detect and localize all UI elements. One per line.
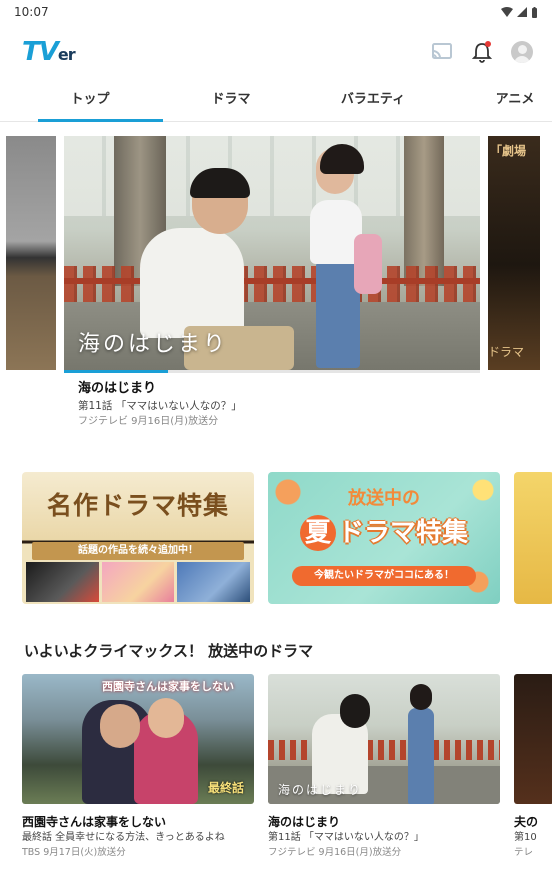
drama-cards: 西園寺さんは家事をしない 最終話 西園寺さんは家事をしない 最終話 全員幸せにな… xyxy=(0,674,552,874)
thumb-caption: 海のはじまり xyxy=(278,783,363,797)
promo-1-thumb xyxy=(26,562,99,602)
card-subtitle: 第11話 「ママはいない人なの？」 xyxy=(268,832,424,843)
thumb-head xyxy=(410,684,432,710)
promo-banners: 名作ドラマ特集 話題の作品を続々追加中！ 放送中の 夏ドラマ特集 今観たいドラマ… xyxy=(0,472,552,606)
promo-next[interactable] xyxy=(514,472,552,604)
tab-top[interactable]: トップ xyxy=(20,84,163,122)
hero-progress-fill xyxy=(64,370,168,373)
card-title: 海のはじまり xyxy=(268,815,341,829)
hero-prev-slide[interactable] xyxy=(6,136,56,370)
card-thumbnail: 西園寺さんは家事をしない 最終話 xyxy=(22,674,254,804)
hero-next-tag: 「劇場 xyxy=(490,144,527,158)
card-thumbnail xyxy=(514,674,552,804)
card-title: 西園寺さんは家事をしない xyxy=(22,815,167,829)
tab-variety[interactable]: バラエティ xyxy=(302,84,444,121)
status-time: 10:07 xyxy=(14,5,49,19)
promo-2-top: 放送中の xyxy=(348,488,420,509)
tver-logo[interactable]: TVer xyxy=(22,37,76,67)
cast-icon[interactable] xyxy=(430,40,454,64)
header-actions xyxy=(430,40,534,64)
avatar xyxy=(511,41,533,63)
promo-2-main-text: ドラマ特集 xyxy=(337,518,468,548)
tab-anime[interactable]: アニメ xyxy=(444,84,552,121)
thumb-head xyxy=(340,694,370,728)
hero-man-body xyxy=(140,228,244,338)
card-subtitle: 最終話 全員幸せになる方法、きっとあるよね xyxy=(22,832,225,843)
thumb-fence xyxy=(268,740,500,760)
thumb-badge: 最終話 xyxy=(207,781,244,795)
promo-classic-drama[interactable]: 名作ドラマ特集 話題の作品を続々追加中！ xyxy=(22,472,254,604)
notification-dot xyxy=(485,41,491,47)
promo-2-subtitle: 今観たいドラマがココにある！ xyxy=(292,566,476,586)
hero-fence xyxy=(64,266,480,304)
hero-carousel: 海のはじまり 「劇場 ドラマ xyxy=(0,136,552,373)
hero-episode: 第11話 「ママはいない人なの？」 xyxy=(78,400,242,412)
promo-2-main: 夏ドラマ特集 xyxy=(268,512,500,551)
thumb-face xyxy=(148,698,184,738)
hero-next-tag2: ドラマ xyxy=(488,345,525,359)
hero-tree-right xyxy=(404,136,444,286)
promo-summer-drama[interactable]: 放送中の 夏ドラマ特集 今観たいドラマがココにある！ xyxy=(268,472,500,604)
hero-backpack xyxy=(354,234,382,294)
promo-1-thumb xyxy=(177,562,251,602)
hero-meta: フジテレビ 9月16日(月)放送分 xyxy=(78,416,219,427)
card-title: 夫の xyxy=(514,815,539,829)
promo-2-summer: 夏 xyxy=(299,515,336,551)
hero-title: 海のはじまり xyxy=(78,381,157,396)
card-meta: テレ xyxy=(514,847,534,858)
drama-card-saionji[interactable]: 西園寺さんは家事をしない 最終話 西園寺さんは家事をしない 最終話 全員幸せにな… xyxy=(22,674,254,860)
status-icons xyxy=(501,6,538,18)
thumb-face xyxy=(100,704,140,748)
promo-1-thumb xyxy=(101,562,175,602)
hero-progress-bar xyxy=(64,370,480,373)
thumb-person xyxy=(408,708,434,804)
category-tabs: トップ ドラマ バラエティ アニメ xyxy=(0,84,552,122)
promo-1-title: 名作ドラマ特集 xyxy=(46,491,229,520)
thumb-title: 西園寺さんは家事をしない xyxy=(102,680,234,693)
avatar-icon[interactable] xyxy=(510,40,534,64)
status-bar: 10:07 xyxy=(0,0,552,24)
bell-icon[interactable] xyxy=(470,40,494,64)
app-header: TVer xyxy=(0,24,552,80)
battery-icon xyxy=(532,6,537,18)
tab-drama[interactable]: ドラマ xyxy=(160,84,302,121)
drama-card-partial[interactable]: 夫の 第10 テレ xyxy=(514,674,552,860)
section-title: いよいよクライマックス！ 放送中のドラマ xyxy=(24,642,314,660)
promo-1-thumbs xyxy=(26,562,251,602)
hero-caption: 海のはじまり xyxy=(78,332,229,357)
promo-1-subtitle: 話題の作品を続々追加中！ xyxy=(32,542,244,560)
card-thumbnail: 海のはじまり xyxy=(268,674,500,804)
card-meta: TBS 9月17日(火)放送分 xyxy=(22,847,126,858)
hero-info[interactable]: 海のはじまり 第11話 「ママはいない人なの？」 フジテレビ 9月16日(月)放… xyxy=(78,380,478,430)
card-subtitle: 第10 xyxy=(514,832,537,843)
hero-next-slide[interactable]: 「劇場 ドラマ xyxy=(488,136,540,370)
hero-main-slide[interactable]: 海のはじまり xyxy=(64,136,480,370)
drama-card-umi[interactable]: 海のはじまり 海のはじまり 第11話 「ママはいない人なの？」 フジテレビ 9月… xyxy=(268,674,500,860)
logo-main: TV xyxy=(22,37,59,67)
wifi-icon xyxy=(501,7,513,17)
signal-icon xyxy=(517,7,527,17)
hero-fence-rail xyxy=(64,278,480,284)
logo-suffix: er xyxy=(57,45,76,64)
card-meta: フジテレビ 9月16日(月)放送分 xyxy=(268,847,402,858)
